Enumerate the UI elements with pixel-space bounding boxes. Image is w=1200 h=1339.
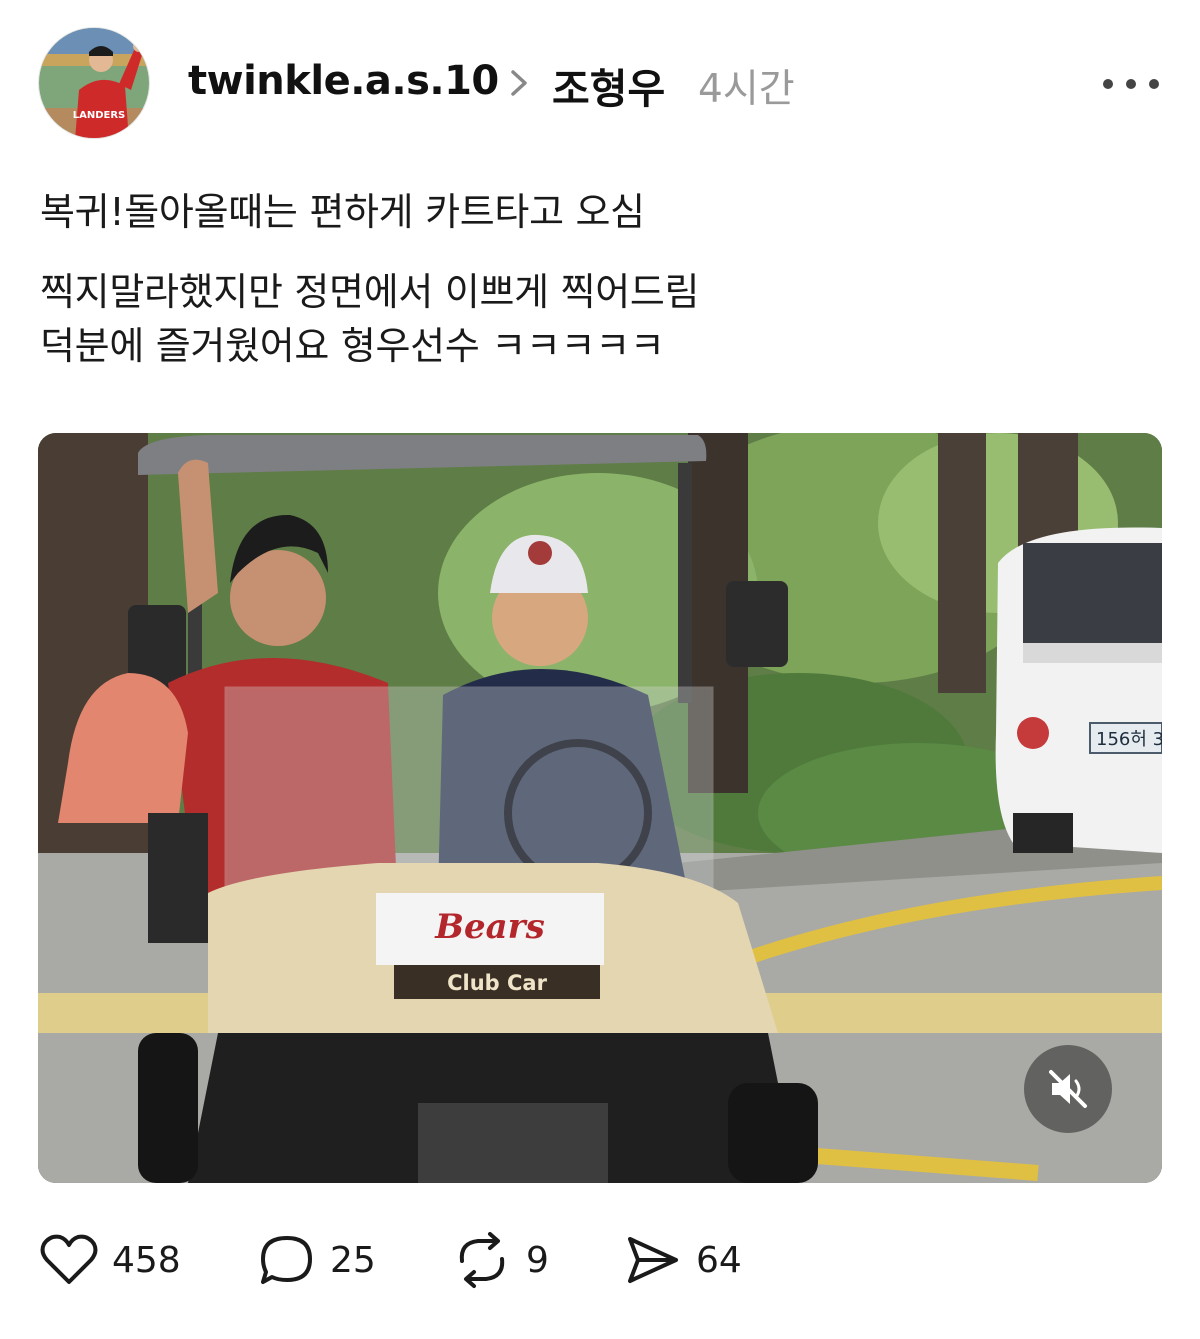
- cart-logo-text: Bears: [434, 907, 544, 947]
- share-count: 64: [696, 1239, 742, 1281]
- chevron-right-icon: [511, 70, 527, 96]
- post-paragraph-2-line-1: 찍지말라했지만 정면에서 이쁘게 찍어드림: [40, 270, 700, 314]
- post-timestamp: 4시간: [698, 67, 795, 112]
- post-actions: 458 25 9 64: [0, 1210, 1200, 1310]
- author-username[interactable]: twinkle.a.s.10: [188, 58, 499, 104]
- video-frame: 156허 3 Bears Club Car: [38, 433, 1162, 1183]
- repost-count: 9: [526, 1239, 549, 1281]
- reply-to-username[interactable]: 조형우: [552, 55, 665, 115]
- post-paragraph-1: 복귀!돌아올때는 편하게 카트타고 오심: [40, 190, 645, 234]
- repost-button[interactable]: 9: [452, 1230, 549, 1290]
- car-plate-text: 156허 3: [1096, 729, 1162, 750]
- like-count: 458: [112, 1239, 181, 1281]
- comment-button[interactable]: 25: [258, 1230, 376, 1290]
- post-body: 복귀!돌아올때는 편하게 카트타고 오심 찍지말라했지만 정면에서 이쁘게 찍어…: [40, 185, 1160, 373]
- mute-toggle-button[interactable]: [1024, 1045, 1112, 1133]
- comment-count: 25: [330, 1239, 376, 1281]
- post-video[interactable]: 156허 3 Bears Club Car: [38, 433, 1162, 1183]
- avatar[interactable]: LANDERS: [38, 27, 150, 139]
- avatar-jersey-text: LANDERS: [73, 110, 126, 121]
- speaker-muted-icon: [1049, 1070, 1087, 1108]
- send-icon: [628, 1237, 678, 1283]
- cart-plate-text: Club Car: [447, 971, 547, 995]
- post-header: LANDERS twinkle.a.s.10 조형우 4시간: [0, 0, 1200, 170]
- share-button[interactable]: 64: [624, 1230, 742, 1290]
- more-dots-icon[interactable]: [1100, 70, 1162, 98]
- comment-bubble-icon: [261, 1236, 312, 1284]
- post-paragraph-2-line-2: 덕분에 즐거웠어요 형우선수 ㅋㅋㅋㅋㅋ: [40, 324, 665, 368]
- like-button[interactable]: 458: [40, 1230, 181, 1290]
- avatar-image: LANDERS: [39, 28, 149, 138]
- repost-icon: [459, 1232, 505, 1288]
- heart-icon: [40, 1234, 98, 1284]
